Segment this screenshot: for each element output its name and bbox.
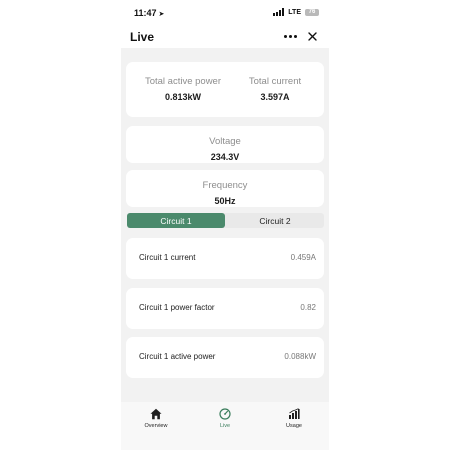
header-bar: Live xyxy=(121,26,329,48)
total-active-power-value: 0.813kW xyxy=(164,92,202,102)
metric-label: Circuit 1 power factor xyxy=(139,303,215,312)
battery-icon: 76 xyxy=(305,8,319,16)
total-active-power-label: Total active power xyxy=(144,76,222,87)
tab-overview[interactable]: Overview xyxy=(126,408,186,429)
location-arrow-icon: ➤ xyxy=(158,11,165,18)
bar-chart-icon xyxy=(289,408,300,419)
voltage-card: Voltage 234.3V xyxy=(126,126,324,163)
total-active-power: Total active power 0.813kW xyxy=(133,76,233,102)
tab-usage[interactable]: Usage xyxy=(264,408,324,429)
status-bar: 11:47 ➤ LTE 76 xyxy=(121,0,329,26)
metric-label: Circuit 1 current xyxy=(139,253,196,262)
home-icon xyxy=(150,408,162,420)
battery-level: 76 xyxy=(308,9,316,15)
circuit-selector: Circuit 1 Circuit 2 xyxy=(127,213,324,228)
total-current: Total current 3.597A xyxy=(225,76,325,102)
frequency-block: Frequency 50Hz xyxy=(126,180,324,206)
frequency-value: 50Hz xyxy=(214,196,236,206)
status-indicators: LTE 76 xyxy=(273,8,319,16)
status-time: 11:47 xyxy=(134,8,157,18)
tab-live-label: Live xyxy=(219,423,231,429)
voltage-block: Voltage 234.3V xyxy=(126,136,324,162)
page-title: Live xyxy=(130,30,155,44)
metric-row-power-factor: Circuit 1 power factor 0.82 xyxy=(126,288,324,329)
network-type: LTE xyxy=(288,8,301,16)
bottom-tab-bar: Overview Live Usage xyxy=(121,402,329,450)
metric-row-current: Circuit 1 current 0.459A xyxy=(126,238,324,279)
app-screen: 11:47 ➤ LTE 76 Live Total active power 0.… xyxy=(121,0,329,450)
signal-bars-icon xyxy=(273,8,285,16)
frequency-card: Frequency 50Hz xyxy=(126,170,324,207)
power-summary-card: Total active power 0.813kW Total current… xyxy=(126,62,324,117)
metric-value: 0.459A xyxy=(290,253,316,262)
total-current-value: 3.597A xyxy=(260,92,290,102)
metric-value: 0.82 xyxy=(300,303,316,312)
tab-circuit-1[interactable]: Circuit 1 xyxy=(127,213,225,228)
metric-row-active-power: Circuit 1 active power 0.088kW xyxy=(126,337,324,378)
more-icon[interactable] xyxy=(281,27,299,45)
status-time-group: 11:47 ➤ xyxy=(134,8,164,18)
metric-label: Circuit 1 active power xyxy=(139,352,216,361)
close-icon[interactable] xyxy=(303,27,321,45)
voltage-value: 234.3V xyxy=(210,152,240,162)
metric-value: 0.088kW xyxy=(284,352,316,361)
tab-overview-label: Overview xyxy=(144,423,168,429)
total-current-label: Total current xyxy=(248,76,302,87)
frequency-label: Frequency xyxy=(202,180,248,191)
voltage-label: Voltage xyxy=(209,136,241,147)
tab-circuit-2[interactable]: Circuit 2 xyxy=(226,213,324,228)
tab-live[interactable]: Live xyxy=(195,408,255,429)
tab-usage-label: Usage xyxy=(286,423,302,429)
gauge-icon xyxy=(219,408,231,420)
